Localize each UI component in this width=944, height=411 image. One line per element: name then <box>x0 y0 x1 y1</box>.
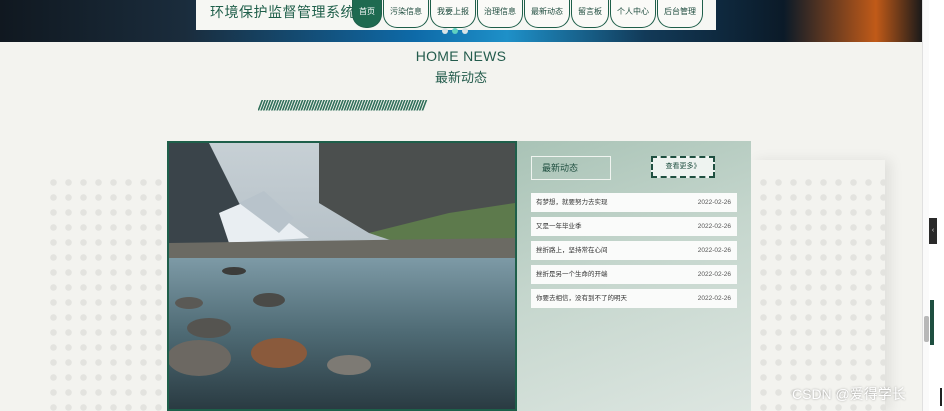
news-item-title: 挫折路上，坚持常在心间 <box>536 247 608 254</box>
landscape-image <box>169 143 515 409</box>
nav-governance-info[interactable]: 治理信息 <box>477 0 523 28</box>
news-item[interactable]: 挫折路上，坚持常在心间 2022-02-26 <box>531 241 737 260</box>
view-more-button[interactable]: 查看更多》 <box>651 156 715 178</box>
main-nav: 首页 污染信息 我要上报 治理信息 最新动态 留言板 个人中心 后台管理 <box>352 0 704 30</box>
side-collapse-tab[interactable]: ‹ <box>929 218 937 244</box>
news-item[interactable]: 你要去相信，没有到不了的明天 2022-02-26 <box>531 289 737 308</box>
nav-home[interactable]: 首页 <box>352 0 382 28</box>
watermark: CSDN @爱得学长 <box>792 386 906 402</box>
nav-admin[interactable]: 后台管理 <box>657 0 703 28</box>
nav-user-center[interactable]: 个人中心 <box>610 0 656 28</box>
news-panel: 最新动态 查看更多》 有梦想，就要努力去实现 2022-02-26 又是一年毕业… <box>517 141 751 411</box>
news-item-title: 你要去相信，没有到不了的明天 <box>536 295 627 302</box>
dot-pattern-right <box>756 175 886 411</box>
news-item-title: 挫折是另一个生命的开端 <box>536 271 608 278</box>
nav-pollution-info[interactable]: 污染信息 <box>383 0 429 28</box>
news-item[interactable]: 又是一年毕业季 2022-02-26 <box>531 217 737 236</box>
news-item-date: 2022-02-26 <box>697 271 731 278</box>
news-item-date: 2022-02-26 <box>697 223 731 230</box>
carousel-dot[interactable] <box>462 28 468 34</box>
news-item-date: 2022-02-26 <box>697 295 731 302</box>
site-title: 环境保护监督管理系统 <box>210 4 355 20</box>
carousel-indicators <box>442 28 468 34</box>
news-item-date: 2022-02-26 <box>697 247 731 254</box>
text-cursor <box>940 388 942 406</box>
nav-report[interactable]: 我要上报 <box>430 0 476 28</box>
news-item-title: 又是一年毕业季 <box>536 223 582 230</box>
section-title-cn: 最新动态 <box>434 70 487 85</box>
decorative-divider: ////////////////////////////////////////… <box>258 97 426 113</box>
carousel-dot[interactable] <box>442 28 448 34</box>
dot-pattern-left <box>46 175 170 411</box>
news-heading: 最新动态 <box>531 156 611 180</box>
side-indicator <box>930 300 934 345</box>
carousel-dot-active[interactable] <box>452 28 458 34</box>
news-list: 有梦想，就要努力去实现 2022-02-26 又是一年毕业季 2022-02-2… <box>531 193 737 313</box>
section-title-en: HOME NEWS <box>415 48 507 64</box>
news-feature-image[interactable] <box>167 141 517 411</box>
nav-latest-news[interactable]: 最新动态 <box>524 0 570 28</box>
news-item[interactable]: 挫折是另一个生命的开端 2022-02-26 <box>531 265 737 284</box>
news-item-title: 有梦想，就要努力去实现 <box>536 199 608 206</box>
news-item-date: 2022-02-26 <box>697 199 731 206</box>
news-item[interactable]: 有梦想，就要努力去实现 2022-02-26 <box>531 193 737 212</box>
side-panel <box>929 0 944 411</box>
nav-message-board[interactable]: 留言板 <box>571 0 609 28</box>
